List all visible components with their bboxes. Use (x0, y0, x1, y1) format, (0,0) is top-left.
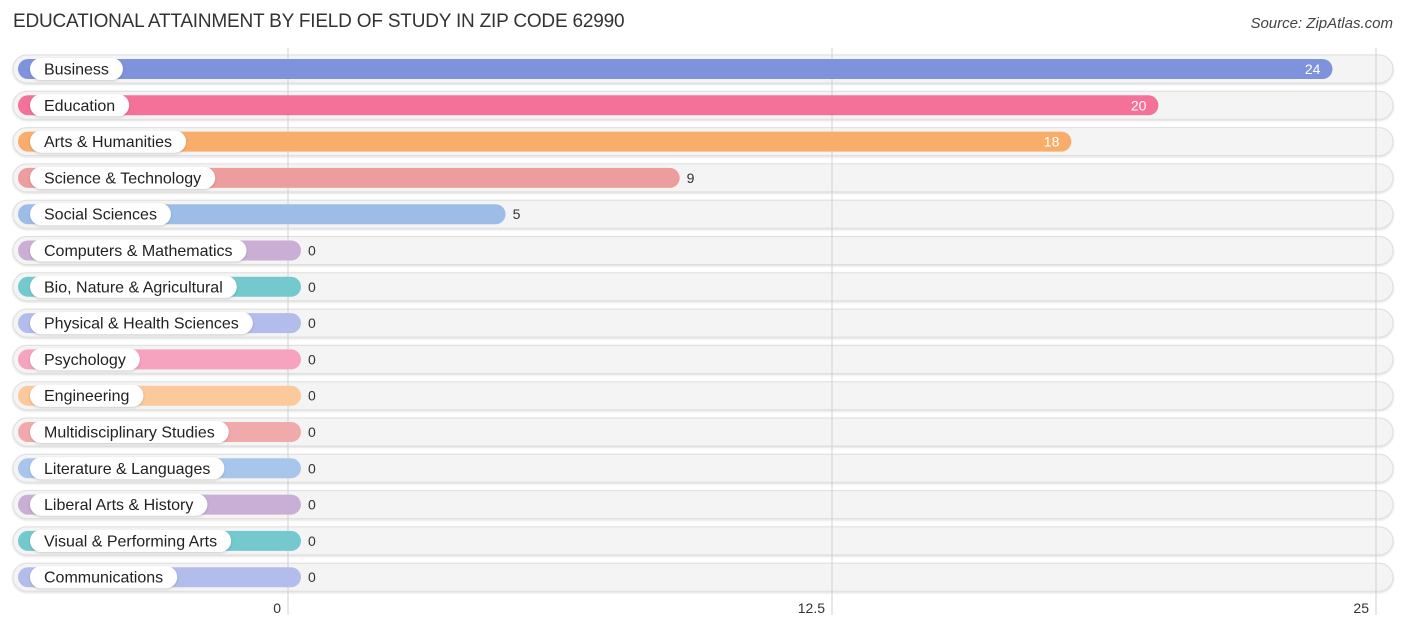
value-label: 18 (1044, 134, 1060, 150)
category-label: Communications (44, 570, 163, 587)
category-label: Computers & Mathematics (44, 243, 233, 260)
value-label: 0 (308, 315, 316, 331)
category-label: Education (44, 98, 115, 115)
category-label: Social Sciences (44, 207, 157, 224)
bar-row: Social Sciences 5 (18, 203, 521, 226)
value-label: 0 (308, 351, 316, 367)
bar-row: Liberal Arts & History 0 (18, 493, 316, 516)
x-tick-label: 12.5 (798, 600, 825, 616)
x-axis: 0 12.5 25 (273, 600, 1369, 616)
bar-row: Psychology 0 (18, 348, 316, 371)
value-label: 5 (513, 206, 521, 222)
bar-row: Literature & Languages 0 (18, 457, 316, 480)
value-label: 24 (1305, 61, 1321, 77)
category-label: Literature & Languages (44, 461, 210, 478)
category-label: Multidisciplinary Studies (44, 425, 215, 442)
bar-row: Business 24 (18, 58, 1333, 80)
value-label: 0 (308, 243, 316, 259)
bar-row: Computers & Mathematics 0 (18, 239, 316, 262)
category-label: Engineering (44, 388, 129, 405)
category-label: Physical & Health Sciences (44, 316, 239, 333)
bar-row: Engineering 0 (18, 384, 316, 407)
bar-row: Multidisciplinary Studies 0 (18, 421, 316, 443)
category-label: Arts & Humanities (44, 134, 172, 151)
value-label: 0 (308, 460, 316, 476)
category-label: Business (44, 62, 109, 79)
category-label: Psychology (44, 352, 126, 369)
bar-chart: Business 24 Education 20 Arts & Humanities 18… (12, 48, 1394, 616)
bar[interactable] (18, 95, 1159, 116)
bar-row: Bio, Nature & Agricultural 0 (18, 275, 316, 298)
category-label: Science & Technology (44, 170, 201, 187)
value-label: 20 (1131, 97, 1147, 113)
value-label: 0 (308, 533, 316, 549)
bar-row: Communications 0 (18, 566, 316, 589)
bar-row: Education 20 (18, 94, 1159, 117)
x-tick-label: 25 (1353, 600, 1369, 616)
value-label: 0 (308, 497, 316, 513)
bar[interactable] (18, 59, 1333, 79)
bar-row: Physical & Health Sciences 0 (18, 312, 316, 335)
bar-row: Science & Technology 9 (18, 166, 695, 189)
value-label: 0 (308, 424, 316, 440)
value-label: 0 (308, 569, 316, 585)
x-tick-label: 0 (273, 600, 281, 616)
bar-row: Arts & Humanities 18 (18, 130, 1072, 153)
value-label: 0 (308, 388, 316, 404)
bar-row: Visual & Performing Arts 0 (18, 529, 316, 552)
value-label: 0 (308, 279, 316, 295)
category-label: Liberal Arts & History (44, 497, 193, 514)
category-label: Visual & Performing Arts (44, 533, 217, 550)
category-label: Bio, Nature & Agricultural (44, 279, 223, 296)
value-label: 9 (687, 170, 695, 186)
